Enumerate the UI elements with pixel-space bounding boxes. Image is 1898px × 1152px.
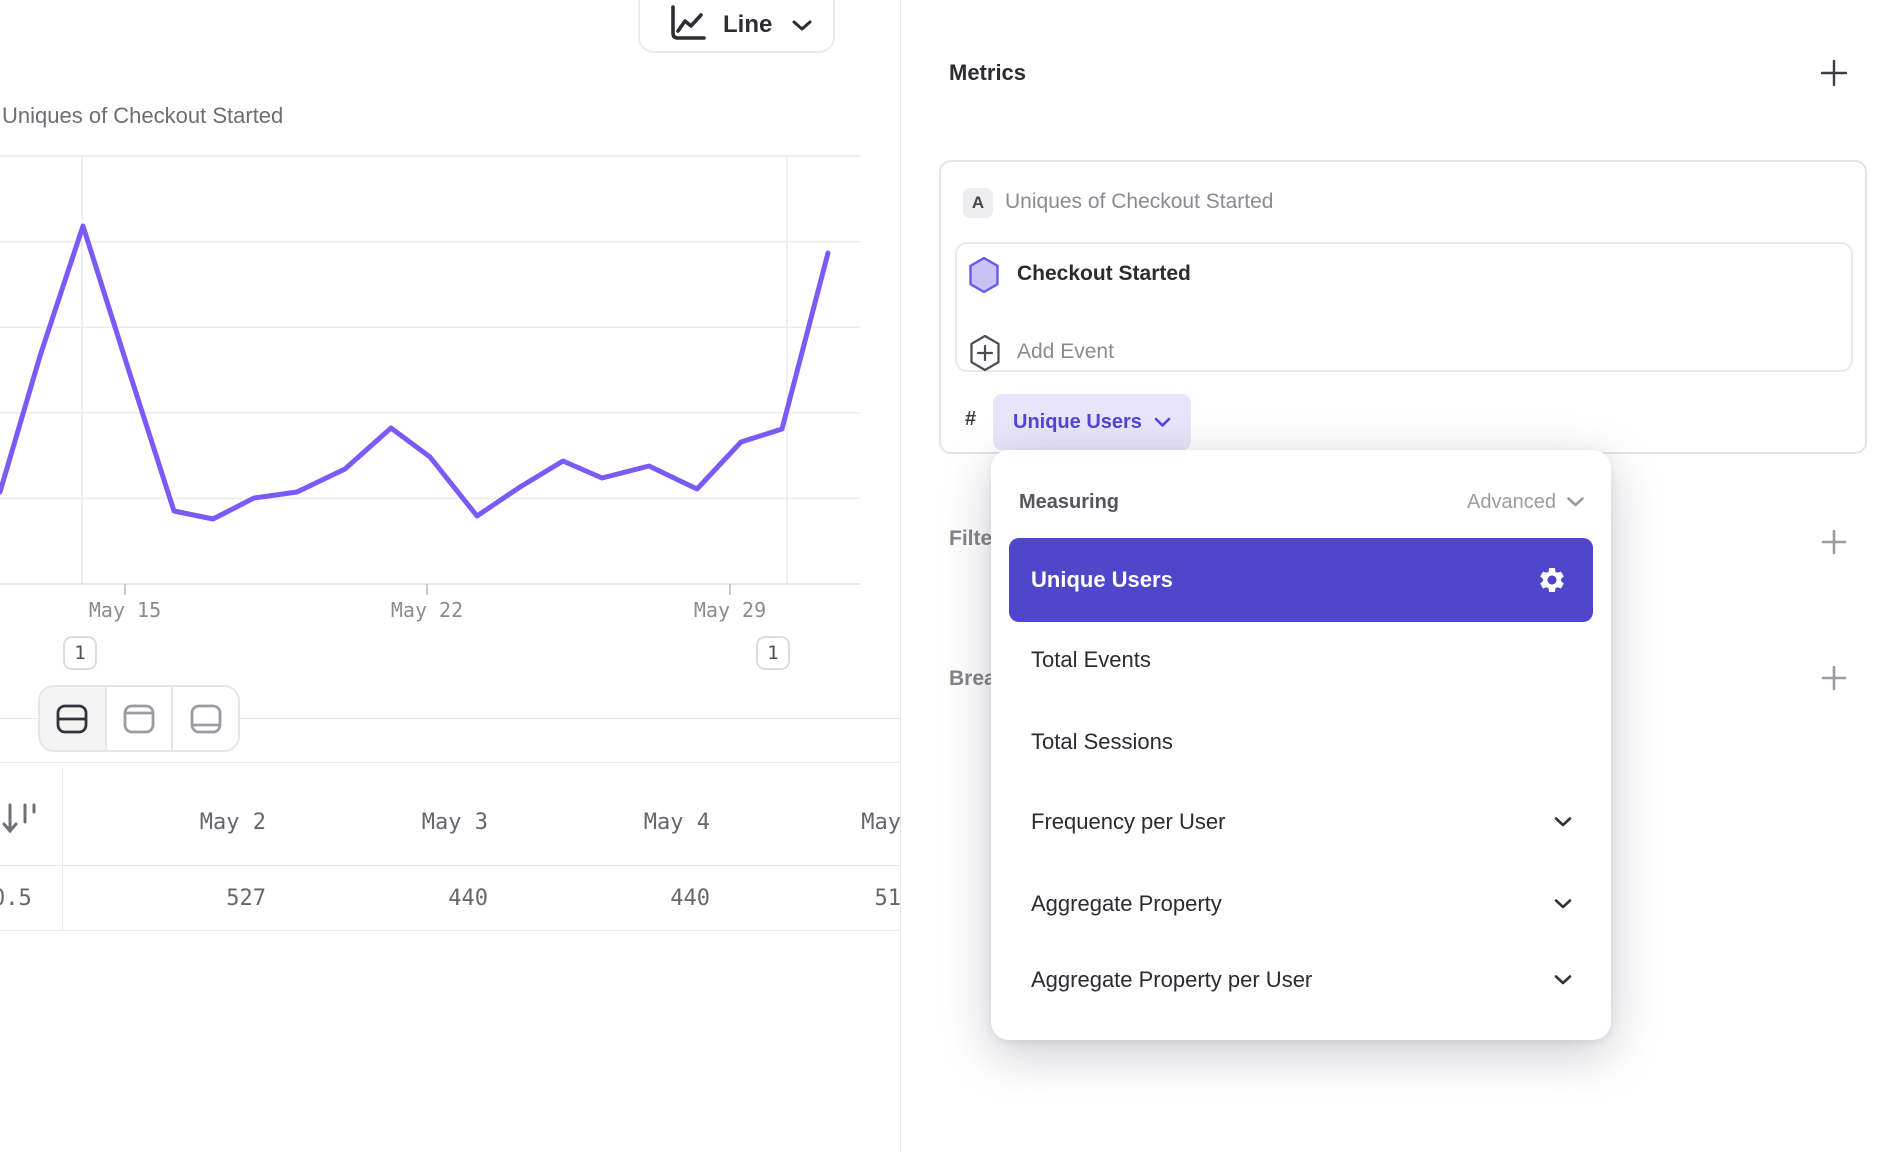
metrics-section-title: Metrics: [949, 60, 1026, 86]
table-cell: 440: [563, 884, 785, 914]
gear-icon[interactable]: [1537, 565, 1567, 595]
advanced-mode-selector[interactable]: Advanced: [1467, 491, 1585, 514]
table-header-border: [0, 865, 900, 866]
measure-type-symbol: #: [965, 408, 976, 431]
metric-series-badge: A: [963, 188, 993, 218]
metric-card[interactable]: A Uniques of Checkout Started Checkout S…: [939, 160, 1867, 454]
metric-series-title: Uniques of Checkout Started: [1005, 190, 1274, 214]
split-view-icon: [54, 702, 90, 736]
chevron-down-icon: [1553, 898, 1573, 910]
annotation-badge[interactable]: 1: [63, 636, 97, 670]
chevron-down-icon: [791, 19, 813, 32]
line-chart[interactable]: [0, 130, 860, 600]
sort-descending-icon[interactable]: [0, 798, 42, 842]
x-axis-label: May 29: [670, 598, 790, 622]
x-axis-label: May 15: [65, 598, 185, 622]
measuring-option-frequency-per-user[interactable]: Frequency per User: [1009, 782, 1593, 862]
add-filter-button[interactable]: [1817, 525, 1851, 559]
chevron-down-icon: [1553, 974, 1573, 986]
chevron-down-icon: [1553, 816, 1573, 828]
line-chart-icon: [666, 5, 708, 45]
measuring-option-total-events[interactable]: Total Events: [1009, 620, 1593, 700]
layout-table-view-button[interactable]: [171, 687, 238, 750]
add-event-button[interactable]: Add Event: [1017, 340, 1114, 364]
chart-line-series: [0, 226, 828, 519]
table-column-header[interactable]: May 3: [341, 808, 563, 838]
layout-toggle-group: [38, 685, 240, 752]
table-view-icon: [188, 702, 224, 736]
event-hexagon-icon: [968, 256, 1000, 294]
add-metric-button[interactable]: [1817, 56, 1851, 90]
measurement-selector[interactable]: Unique Users: [993, 394, 1191, 450]
table-column-header[interactable]: May 4: [563, 808, 785, 838]
table-column-divider: [62, 770, 63, 930]
table-column-header[interactable]: May: [785, 808, 900, 838]
chart-type-button[interactable]: Line: [638, 0, 835, 53]
table-cell: 440: [341, 884, 563, 914]
table-row-border: [0, 930, 900, 931]
table-cell: 51: [785, 884, 900, 914]
table-cell: 527: [119, 884, 341, 914]
add-event-hexagon-icon: [969, 334, 1001, 372]
table-row-label: 0.5: [0, 884, 32, 914]
chart-type-label: Line: [723, 11, 772, 39]
measuring-label: Measuring: [1019, 491, 1119, 514]
chart-panel: Line Uniques of Checkout Started: [0, 0, 900, 1152]
chevron-down-icon: [1566, 496, 1585, 508]
add-breakdown-button[interactable]: [1817, 661, 1851, 695]
chevron-down-icon: [1154, 417, 1171, 428]
chart-x-ticks: [125, 584, 730, 595]
measuring-option-unique-users[interactable]: Unique Users: [1009, 538, 1593, 622]
measuring-dropdown: Measuring Advanced Unique Users Total: [991, 450, 1611, 1040]
annotation-badge[interactable]: 1: [756, 636, 790, 670]
layout-split-view-button[interactable]: [40, 687, 105, 750]
layout-chart-view-button[interactable]: [105, 687, 172, 750]
x-axis-label: May 22: [367, 598, 487, 622]
measuring-option-aggregate-property[interactable]: Aggregate Property: [1009, 864, 1593, 944]
table-top-border: [0, 762, 900, 763]
event-card: Checkout Started Add Event: [955, 242, 1853, 372]
table-column-header[interactable]: May 2: [119, 808, 341, 838]
measurement-value: Unique Users: [1013, 411, 1142, 434]
measuring-dropdown-header: Measuring Advanced: [1019, 484, 1585, 520]
measuring-option-aggregate-property-per-user[interactable]: Aggregate Property per User: [1009, 940, 1593, 1020]
chart-view-icon: [121, 702, 157, 736]
measuring-option-total-sessions[interactable]: Total Sessions: [1009, 702, 1593, 782]
query-builder-panel: Metrics A Uniques of Checkout Started Ch…: [900, 0, 1898, 1152]
insights-report-page: Line Uniques of Checkout Started: [0, 0, 1898, 1152]
chart-title: Uniques of Checkout Started: [2, 103, 283, 129]
advanced-label: Advanced: [1467, 491, 1556, 514]
event-name[interactable]: Checkout Started: [1017, 262, 1191, 286]
